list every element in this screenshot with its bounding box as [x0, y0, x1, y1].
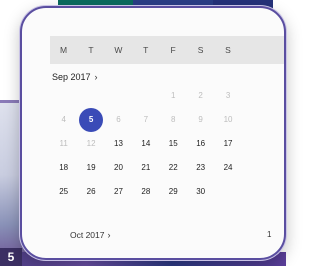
chevron-right-icon: › — [107, 230, 111, 240]
day-cell-selected[interactable]: 5 — [77, 108, 104, 132]
day-cell-empty — [214, 181, 241, 203]
weekday-thu: T — [143, 45, 149, 55]
day-cell[interactable]: 4 — [50, 109, 77, 131]
week-row: 18 19 20 21 22 23 24 — [50, 157, 284, 179]
day-cell[interactable]: 30 — [187, 181, 214, 203]
day-cell[interactable]: 18 — [50, 157, 77, 179]
day-cell[interactable]: 9 — [187, 109, 214, 131]
day-cell[interactable]: 23 — [187, 157, 214, 179]
day-cell[interactable]: 20 — [105, 157, 132, 179]
current-month-row: Sep 2017 › — [50, 67, 284, 87]
day-cell[interactable]: 11 — [50, 133, 77, 155]
day-cell[interactable]: 25 — [50, 181, 77, 203]
day-cell[interactable]: 13 — [105, 133, 132, 155]
day-cell-empty — [50, 85, 77, 107]
week-row: 1 2 3 — [50, 85, 284, 107]
day-cell[interactable]: 15 — [160, 133, 187, 155]
day-cell[interactable]: 28 — [132, 181, 159, 203]
weekday-tue: T — [88, 45, 94, 55]
week-row: 11 12 13 14 15 16 17 — [50, 133, 284, 155]
next-month-button[interactable]: Oct 2017 › — [70, 230, 111, 240]
weekday-sun: S — [225, 45, 231, 55]
day-cell[interactable]: 24 — [214, 157, 241, 179]
day-cell-empty — [77, 85, 104, 107]
day-cell[interactable]: 7 — [132, 109, 159, 131]
next-month-label: Oct 2017 — [70, 230, 105, 240]
day-cell[interactable]: 29 — [160, 181, 187, 203]
weekday-mon: M — [60, 45, 68, 55]
weekday-sat: S — [197, 45, 204, 55]
week-row: 25 26 27 28 29 30 — [50, 181, 284, 203]
current-month-button[interactable]: Sep 2017 › — [50, 72, 98, 82]
day-cell[interactable]: 6 — [105, 109, 132, 131]
next-month-day-cell[interactable]: 1 — [267, 230, 271, 239]
day-cell[interactable]: 2 — [187, 85, 214, 107]
weekday-header: M T W T F S S — [50, 36, 284, 64]
day-cell[interactable]: 17 — [214, 133, 241, 155]
day-cell[interactable]: 21 — [132, 157, 159, 179]
day-cell[interactable]: 27 — [105, 181, 132, 203]
day-cell[interactable]: 3 — [214, 85, 241, 107]
day-cell[interactable]: 22 — [160, 157, 187, 179]
day-cell[interactable]: 26 — [77, 181, 104, 203]
selected-day-number: 5 — [88, 115, 94, 124]
weekday-fri: F — [170, 45, 176, 55]
background-badge: 5 — [0, 248, 22, 266]
day-cell[interactable]: 12 — [77, 133, 104, 155]
day-cell[interactable]: 19 — [77, 157, 104, 179]
day-cell[interactable]: 16 — [187, 133, 214, 155]
day-cell[interactable]: 8 — [160, 109, 187, 131]
chevron-right-icon: › — [94, 72, 98, 82]
calendar-flyout: M T W T F S S Sep 2017 › 1 2 3 4 5 6 7 8… — [20, 6, 286, 260]
week-row: 4 5 6 7 8 9 10 — [50, 108, 284, 132]
day-cell[interactable]: 1 — [160, 85, 187, 107]
current-month-label: Sep 2017 — [52, 72, 91, 82]
day-cell[interactable]: 10 — [214, 109, 241, 131]
day-cell-empty — [105, 85, 132, 107]
day-cell[interactable]: 14 — [132, 133, 159, 155]
day-cell-empty — [132, 85, 159, 107]
weekday-wed: W — [114, 45, 123, 55]
